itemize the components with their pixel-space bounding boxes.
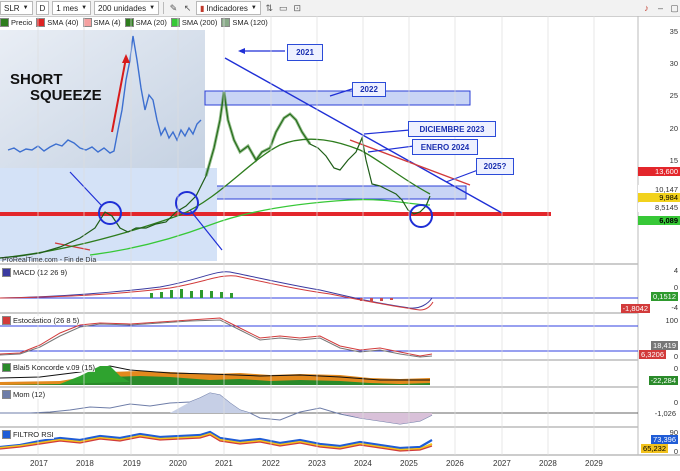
x-axis-label: 2028: [539, 459, 557, 468]
stoch-axis-label: 100: [665, 316, 678, 325]
price-tag-red: 13,600: [638, 167, 680, 176]
indicator-icon: [2, 430, 11, 439]
x-axis-label: 2024: [354, 459, 372, 468]
x-axis-label: 2027: [493, 459, 511, 468]
blai5-tag: -22,284: [648, 376, 678, 385]
chart-canvas[interactable]: [0, 0, 680, 471]
annotation-enero-2024[interactable]: ENERO 2024: [412, 139, 478, 155]
x-axis-label: 2019: [123, 459, 141, 468]
x-axis-label: 2025: [400, 459, 418, 468]
x-axis-label: 2022: [262, 459, 280, 468]
filtro-axis-label: 0: [673, 447, 678, 456]
x-axis-label: 2020: [169, 459, 187, 468]
indicator-icon: [2, 390, 11, 399]
blai5-axis-label: 0: [673, 364, 678, 373]
stoch-axis-label: 0: [673, 352, 678, 361]
macd-title-label: MACD (12 26 9): [13, 268, 68, 277]
arrow-line: [445, 169, 479, 183]
annotation-2022[interactable]: 2022: [352, 82, 386, 97]
arrow-line: [363, 129, 411, 135]
price-tag-last: 9,984: [638, 193, 680, 202]
mom-title[interactable]: Mom (12): [2, 390, 46, 399]
arrow-left-icon: [238, 48, 245, 54]
filtro-tag: 73,396: [651, 435, 678, 444]
x-axis-label: 2021: [215, 459, 233, 468]
macd-signal-line: [0, 275, 434, 311]
stoch-title[interactable]: Estocástico (26 8 5): [2, 316, 80, 325]
indicator-icon: [2, 363, 11, 372]
price-axis-label: 20: [669, 124, 678, 133]
macd-tag: -1,8042: [620, 304, 650, 313]
x-axis-label: 2026: [446, 459, 464, 468]
stoch-tag: 6,3206: [639, 350, 666, 359]
stoch-title-label: Estocástico (26 8 5): [13, 316, 80, 325]
x-axis-label: 2018: [76, 459, 94, 468]
annotation-2025[interactable]: 2025?: [476, 158, 514, 175]
mom-tag: -1,026: [652, 409, 678, 418]
price-axis-label: 25: [669, 91, 678, 100]
macd-axis-label: 0: [673, 283, 678, 292]
filtro-title[interactable]: FILTRO RSI: [2, 430, 54, 439]
macd-tag: 0,1512: [651, 292, 678, 301]
macd-axis-label: 4: [673, 266, 678, 275]
stoch-tag: 18,419: [651, 341, 678, 350]
filtro-title-label: FILTRO RSI: [13, 430, 54, 439]
price-tag-green: 6,089: [638, 216, 680, 225]
source-label: ProRealTime.com - Fin de Día: [2, 257, 97, 264]
price-tag-level2: 8,5145: [638, 203, 680, 212]
macd-histogram: [150, 289, 233, 298]
price-axis-label: 35: [669, 27, 678, 36]
inset-title-line2: SQUEEZE: [30, 87, 102, 104]
filtro-tag: 65,232: [641, 444, 668, 453]
price-axis-label: 30: [669, 59, 678, 68]
x-axis-label: 2017: [30, 459, 48, 468]
mom-title-label: Mom (12): [13, 390, 46, 399]
red-support-line[interactable]: [0, 212, 551, 216]
macd-title[interactable]: MACD (12 26 9): [2, 268, 68, 277]
indicator-icon: [2, 316, 11, 325]
x-axis-label: 2029: [585, 459, 603, 468]
mom-axis-label: 0: [673, 398, 678, 407]
inset-title-line1: SHORT: [10, 71, 63, 88]
annotation-2021[interactable]: 2021: [287, 44, 323, 61]
x-axis-label: 2023: [308, 459, 326, 468]
annotation-diciembre-2023[interactable]: DICIEMBRE 2023: [408, 121, 496, 137]
blai5-title-label: Blai5 Koncorde v.09 (15): [13, 363, 95, 372]
mom-positive-area: [170, 393, 250, 413]
blai5-title[interactable]: Blai5 Koncorde v.09 (15): [2, 363, 95, 372]
macd-axis-label: -4: [671, 303, 678, 312]
price-axis-label: 15: [669, 156, 678, 165]
indicator-icon: [2, 268, 11, 277]
